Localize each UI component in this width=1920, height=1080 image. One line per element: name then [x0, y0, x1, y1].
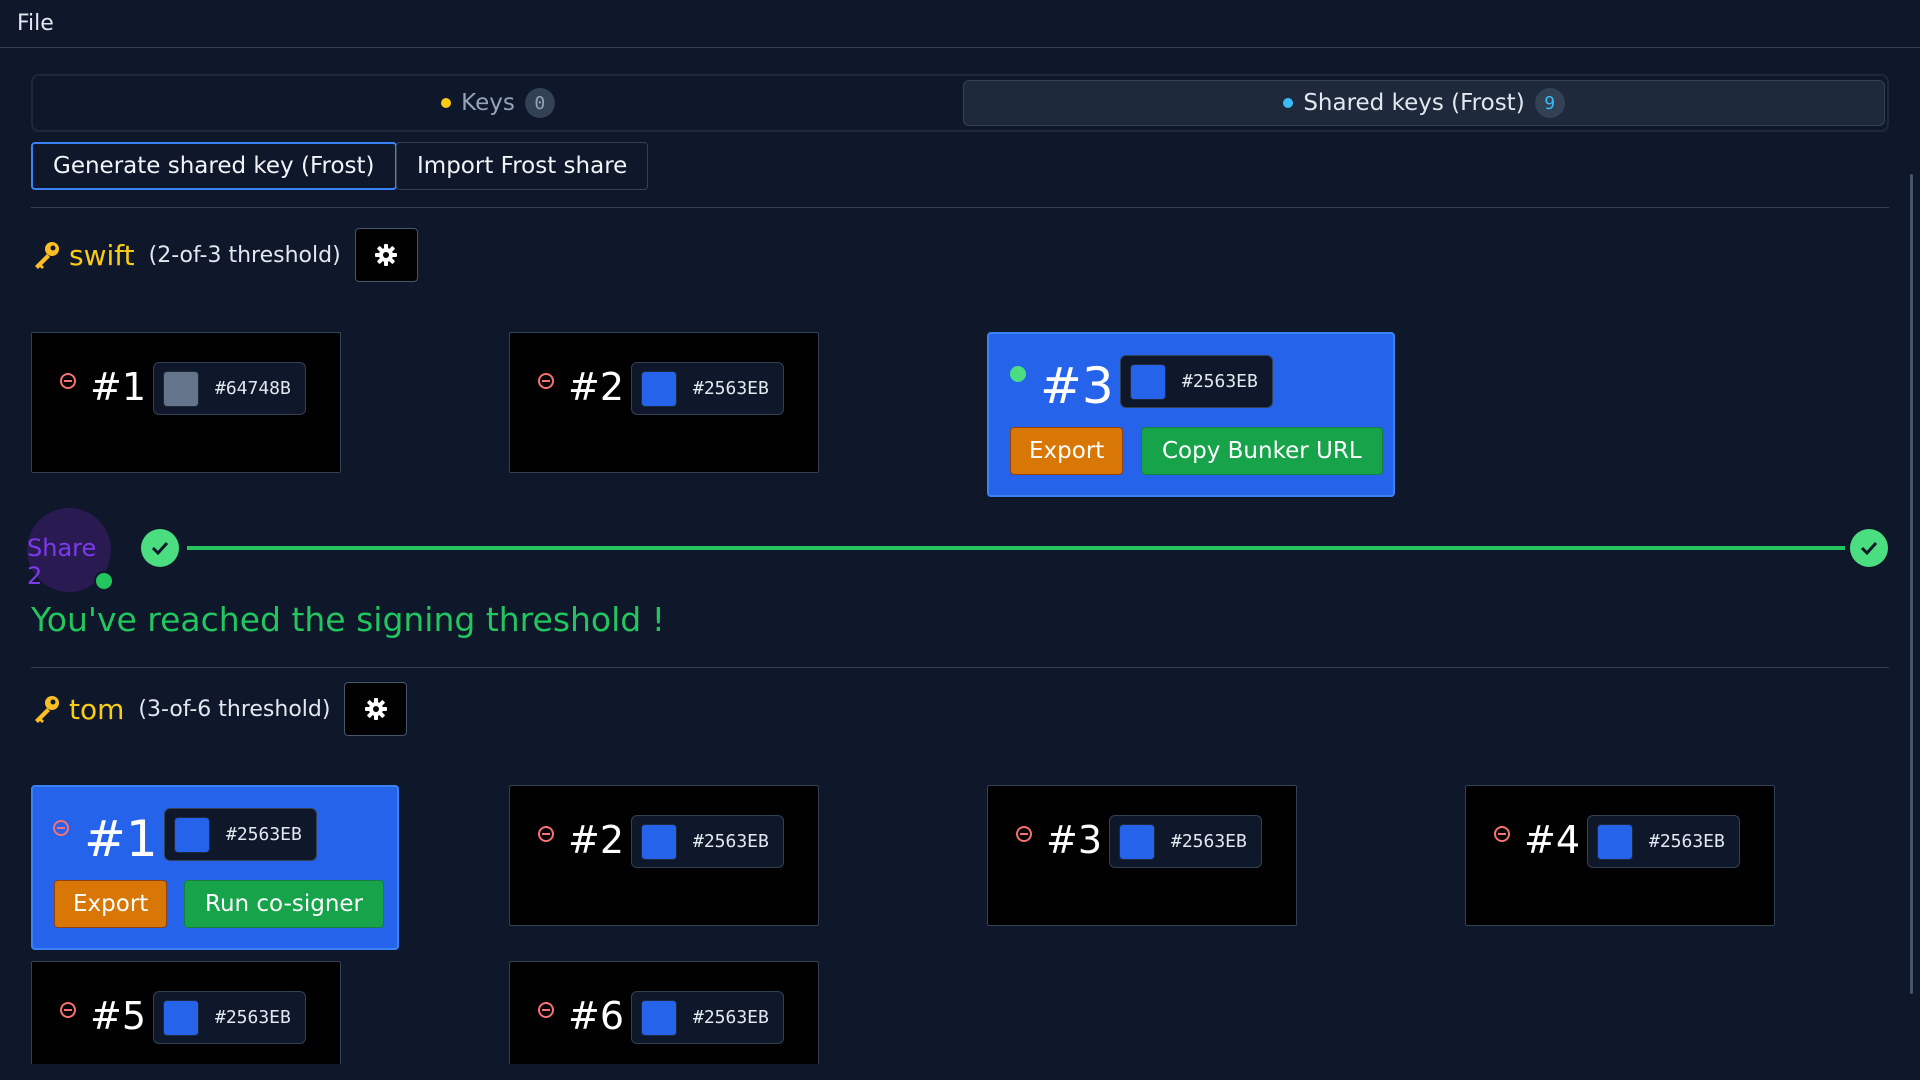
divider: [31, 667, 1889, 668]
bottom-edge: [0, 1064, 1920, 1080]
share-number: #1: [84, 810, 158, 868]
export-button[interactable]: Export: [1010, 427, 1124, 475]
share-color-picker[interactable]: #2563EB: [1109, 815, 1262, 868]
color-swatch: [1597, 823, 1633, 860]
color-hex: #2563EB: [693, 1007, 769, 1028]
share-color-picker[interactable]: #2563EB: [631, 362, 784, 415]
generate-shared-key-button[interactable]: Generate shared key (Frost): [31, 142, 397, 190]
key-settings-button[interactable]: [354, 228, 418, 282]
key-threshold: (2-of-3 threshold): [148, 242, 341, 268]
share-number: #5: [90, 994, 147, 1038]
key-header-swift: swift (2-of-3 threshold): [31, 227, 418, 283]
color-swatch: [641, 999, 677, 1036]
color-hex: #2563EB: [1649, 831, 1725, 852]
share-color-picker[interactable]: #2563EB: [153, 991, 306, 1044]
tab-keys-label: Keys: [461, 90, 515, 116]
color-hex: #2563EB: [693, 378, 769, 399]
key-threshold: (3-of-6 threshold): [138, 696, 331, 722]
key-icon: [35, 696, 59, 723]
minus-circle-icon[interactable]: [60, 1002, 76, 1018]
check-circle-icon: [141, 529, 179, 567]
minus-circle-icon[interactable]: [60, 373, 76, 389]
import-frost-share-button[interactable]: Import Frost share: [396, 142, 649, 190]
share-color-picker[interactable]: #2563EB: [1120, 355, 1273, 408]
color-hex: #2563EB: [215, 1007, 291, 1028]
run-co-signer-button[interactable]: Run co-signer: [184, 880, 385, 928]
gear-icon: [364, 698, 387, 720]
key-name: swift: [69, 238, 135, 272]
minus-circle-icon[interactable]: [1016, 826, 1032, 842]
threshold-progress-bar: [187, 546, 1845, 550]
share-card[interactable]: #6 #2563EB: [509, 961, 819, 1080]
minus-circle-icon[interactable]: [53, 820, 69, 836]
key-icon: [35, 242, 59, 269]
color-swatch: [641, 370, 677, 407]
minus-circle-icon[interactable]: [538, 1002, 554, 1018]
share-number: #2: [568, 365, 625, 409]
threshold-reached-message: You've reached the signing threshold !: [31, 600, 665, 639]
share-number: #4: [1524, 818, 1581, 862]
share-number: #1: [90, 365, 147, 409]
scrollbar[interactable]: [1910, 174, 1913, 994]
share-card[interactable]: #5 #2563EB: [31, 961, 341, 1080]
key-name: tom: [69, 692, 125, 726]
share-color-picker[interactable]: #2563EB: [164, 808, 317, 861]
color-hex: #64748B: [215, 378, 291, 399]
copy-bunker-url-button[interactable]: Copy Bunker URL: [1141, 427, 1383, 475]
share-color-picker[interactable]: #2563EB: [631, 991, 784, 1044]
status-dot-icon: [1283, 98, 1294, 108]
color-swatch: [163, 999, 199, 1036]
key-header-tom: tom (3-of-6 threshold): [31, 681, 408, 737]
menu-bar: File: [0, 0, 1920, 48]
share-number: #3: [1046, 818, 1103, 862]
share-card[interactable]: #2 #2563EB: [509, 785, 819, 926]
gear-icon: [375, 244, 398, 266]
menu-file[interactable]: File: [17, 11, 54, 36]
online-status-icon: [94, 571, 114, 591]
color-hex: #2563EB: [1171, 831, 1247, 852]
share-color-picker[interactable]: #2563EB: [1587, 815, 1740, 868]
share-color-picker[interactable]: #2563EB: [631, 815, 784, 868]
key-settings-button[interactable]: [344, 682, 408, 736]
check-circle-icon: [1850, 529, 1888, 567]
status-dot-icon: [441, 98, 452, 108]
color-hex: #2563EB: [1182, 371, 1258, 392]
share-number: #6: [568, 994, 625, 1038]
tab-bar: Keys 0 Shared keys (Frost) 9: [31, 74, 1889, 132]
color-swatch: [163, 370, 199, 407]
tab-keys-count: 0: [524, 88, 555, 118]
share-number: #2: [568, 818, 625, 862]
minus-circle-icon[interactable]: [1494, 826, 1510, 842]
tab-shared-keys-label: Shared keys (Frost): [1303, 90, 1525, 116]
share-card[interactable]: #2 #2563EB: [509, 332, 819, 473]
color-swatch: [641, 823, 677, 860]
color-swatch: [1119, 823, 1155, 860]
tab-shared-keys[interactable]: Shared keys (Frost) 9: [963, 80, 1885, 126]
share-number: #3: [1040, 357, 1114, 415]
share-card[interactable]: #1 #64748B: [31, 332, 341, 473]
tab-keys[interactable]: Keys 0: [37, 80, 959, 126]
online-status-icon: [1010, 366, 1026, 382]
share-card-active[interactable]: #1 #2563EB Export Run co-signer: [31, 785, 399, 950]
color-hex: #2563EB: [226, 824, 302, 845]
color-swatch: [1130, 363, 1166, 400]
color-swatch: [174, 816, 210, 853]
export-button[interactable]: Export: [54, 880, 168, 928]
share-card[interactable]: #4 #2563EB: [1465, 785, 1775, 926]
share-card-active[interactable]: #3 #2563EB Export Copy Bunker URL: [987, 332, 1395, 497]
share-card[interactable]: #3 #2563EB: [987, 785, 1297, 926]
divider: [31, 207, 1889, 208]
minus-circle-icon[interactable]: [538, 373, 554, 389]
color-hex: #2563EB: [693, 831, 769, 852]
minus-circle-icon[interactable]: [538, 826, 554, 842]
tab-shared-keys-count: 9: [1534, 88, 1565, 118]
share-color-picker[interactable]: #64748B: [153, 362, 306, 415]
